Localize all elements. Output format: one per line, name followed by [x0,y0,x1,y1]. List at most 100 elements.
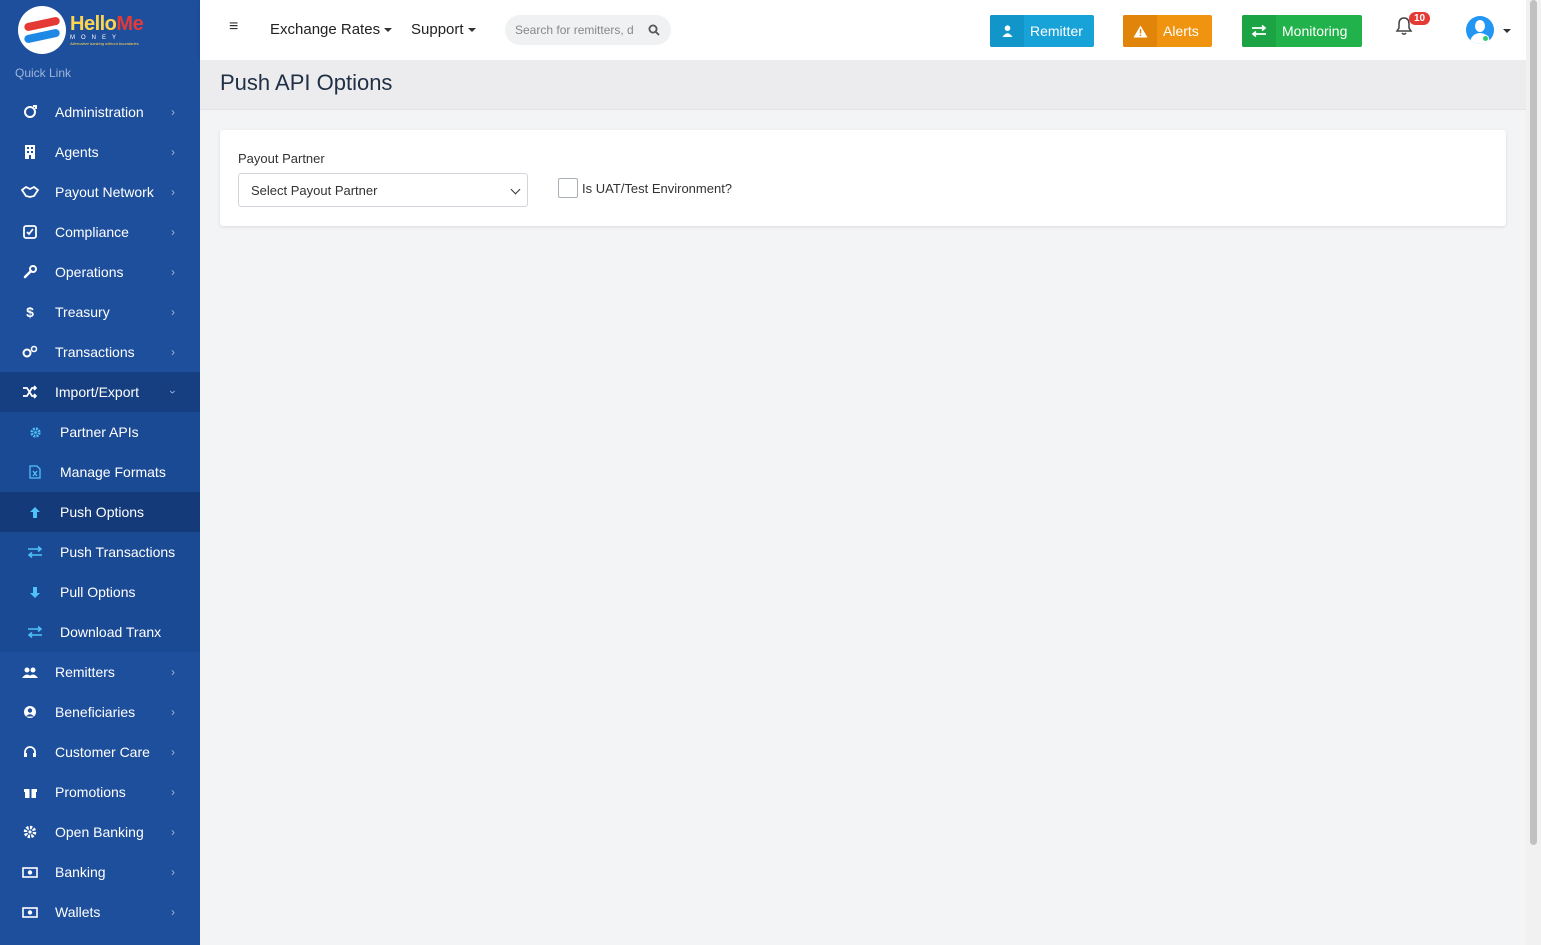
sidebar-subitem-manage-formats[interactable]: Manage Formats [0,452,200,492]
caret-down-icon[interactable] [1503,29,1511,33]
search-icon[interactable] [639,15,669,45]
online-status-dot [1482,35,1489,42]
sidebar-item-transactions[interactable]: Transactions › [0,332,200,372]
sidebar-item-label: Banking [55,864,106,880]
sidebar: HelloMe MONEY Alternative banking withou… [0,0,200,945]
brand-logo[interactable]: HelloMe MONEY Alternative banking withou… [0,0,200,60]
exchange-icon [25,626,45,638]
chevron-right-icon: › [171,105,175,119]
chevron-right-icon: › [171,305,175,319]
gear-icon [25,426,45,439]
sidebar-item-import-export[interactable]: Import/Export › [0,372,200,412]
sidebar-item-treasury[interactable]: $ Treasury › [0,292,200,332]
user-circle-icon [20,705,40,719]
sidebar-menu: Administration › Agents › Payout Network… [0,92,200,412]
gift-icon [20,786,40,799]
sidebar-item-label: Agents [55,144,99,160]
monitoring-button[interactable]: Monitoring [1242,15,1362,47]
sidebar-subitem-label: Manage Formats [60,464,166,480]
sidebar-item-promotions[interactable]: Promotions › [0,772,200,812]
chevron-down-icon [510,184,521,195]
sidebar-item-banking[interactable]: Banking › [0,852,200,892]
chevron-right-icon: › [171,825,175,839]
page-scrollbar-thumb[interactable] [1530,0,1537,845]
page-header: Push API Options [200,60,1526,110]
sidebar-item-remitters[interactable]: Remitters › [0,652,200,692]
chevron-right-icon: › [171,705,175,719]
sidebar-item-label: Treasury [55,304,110,320]
arrow-down-icon [25,586,45,599]
sidebar-item-label: Promotions [55,784,126,800]
globe-logo-icon [18,6,66,54]
sidebar-subitem-partner-apis[interactable]: Partner APIs [0,412,200,452]
chevron-right-icon: › [171,865,175,879]
chevron-down-icon: › [166,390,180,394]
monitoring-label: Monitoring [1282,23,1348,39]
remitter-label: Remitter [1030,23,1083,39]
arrow-up-icon [25,506,45,519]
uat-environment-label: Is UAT/Test Environment? [582,181,733,196]
sidebar-item-label: Operations [55,264,124,280]
sidebar-subitem-label: Partner APIs [60,424,139,440]
push-options-card: Payout Partner Select Payout Partner Is … [220,130,1506,226]
support-dropdown[interactable]: Support [411,21,476,38]
user-icon [990,15,1024,47]
sidebar-item-label: Customer Care [55,744,150,760]
logo-me: Me [116,13,144,35]
quick-link-label: Quick Link [15,66,72,80]
topbar: ≡ Exchange Rates Support Remitter Alerts… [200,0,1526,60]
sidebar-subitem-push-transactions[interactable]: Push Transactions [0,532,200,572]
user-avatar[interactable] [1466,16,1494,44]
sidebar-item-customer-care[interactable]: Customer Care › [0,732,200,772]
sidebar-item-label: Compliance [55,224,129,240]
uat-environment-checkbox[interactable] [558,178,578,198]
chevron-right-icon: › [171,745,175,759]
headset-icon [20,745,40,759]
exchange-rates-label: Exchange Rates [270,21,381,38]
circle-arrow-icon [20,105,40,119]
building-icon [20,145,40,159]
sidebar-item-payout-network[interactable]: Payout Network › [0,172,200,212]
chevron-right-icon: › [171,345,175,359]
payout-partner-label: Payout Partner [238,151,325,166]
sidebar-item-agents[interactable]: Agents › [0,132,200,172]
sidebar-subitem-download-tranx[interactable]: Download Tranx [0,612,200,652]
sidebar-item-wallets[interactable]: Wallets › [0,892,200,932]
dollar-icon: $ [26,304,34,320]
alerts-button[interactable]: Alerts [1123,15,1212,47]
hamburger-menu-icon[interactable]: ≡ [229,18,238,36]
sidebar-subitem-label: Pull Options [60,584,136,600]
remitter-button[interactable]: Remitter [990,15,1094,47]
sidebar-item-compliance[interactable]: Compliance › [0,212,200,252]
users-icon [20,666,40,679]
sidebar-item-beneficiaries[interactable]: Beneficiaries › [0,692,200,732]
logo-tagline: Alternative banking without boundaries [70,41,139,46]
chevron-right-icon: › [171,145,175,159]
chevron-right-icon: › [171,905,175,919]
exchange-rates-dropdown[interactable]: Exchange Rates [270,21,393,38]
sidebar-menu-lower: Remitters › Beneficiaries › Customer Car… [0,652,200,932]
chevron-right-icon: › [171,185,175,199]
search-input[interactable] [515,23,633,37]
chevron-right-icon: › [171,225,175,239]
sidebar-item-administration[interactable]: Administration › [0,92,200,132]
exchange-icon [1242,15,1276,47]
sidebar-item-label: Payout Network [55,184,154,200]
sidebar-subitem-label: Download Tranx [60,624,162,640]
sidebar-item-operations[interactable]: Operations › [0,252,200,292]
sidebar-subitem-pull-options[interactable]: Pull Options [0,572,200,612]
chevron-right-icon: › [171,665,175,679]
payout-partner-select[interactable]: Select Payout Partner [238,173,528,207]
sidebar-item-label: Import/Export [55,384,140,400]
import-export-submenu: Partner APIs Manage Formats Push Options… [0,412,200,652]
sidebar-item-open-banking[interactable]: Open Banking › [0,812,200,852]
money-bill-icon [20,906,40,918]
wrench-icon [20,265,40,279]
sidebar-subitem-label: Push Options [60,504,145,520]
sidebar-item-label: Wallets [55,904,101,920]
gear-icon [20,825,40,839]
notifications-badge: 10 [1409,12,1431,25]
sidebar-subitem-push-options[interactable]: Push Options [0,492,200,532]
page-title: Push API Options [220,70,393,95]
shuffle-icon [20,385,40,399]
